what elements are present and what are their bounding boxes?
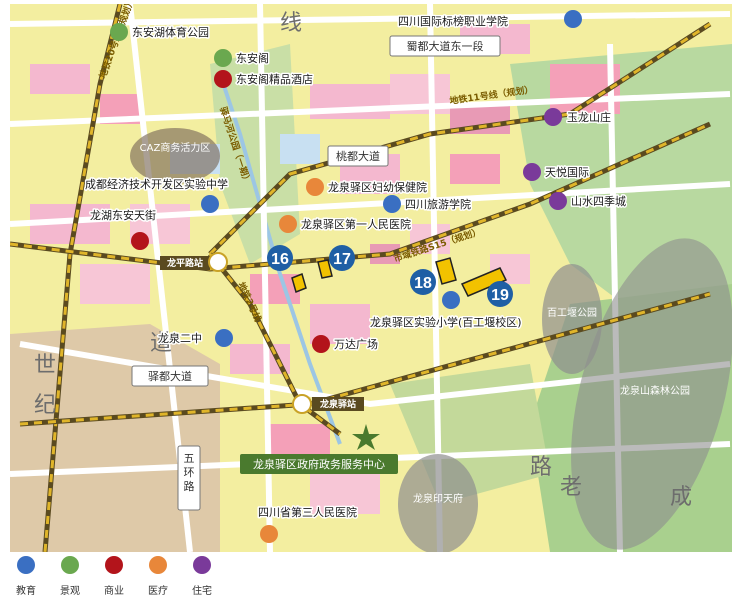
scenery-icon (110, 23, 128, 41)
legend-item: 商业 (94, 556, 134, 597)
legend-item: 住宅 (182, 556, 222, 597)
baigong-park-label: 百工堰公园 (547, 307, 597, 319)
taodu-road-label: 桃都大道 (336, 149, 380, 163)
poi-dongan-hotel[interactable]: 东安阁精品酒店 (214, 70, 315, 88)
poi-label: 东安湖体育公园 (132, 25, 209, 39)
gov-center-label: 龙泉驿区政府政务服务中心 (253, 457, 385, 471)
legend-item: 医疗 (138, 556, 178, 597)
education-icon (201, 195, 219, 213)
poi-sichuan-tourism[interactable]: 四川旅游学院 (383, 195, 473, 213)
poi-label: 四川旅游学院 (405, 197, 471, 211)
poi-tianyue[interactable]: 天悦国际 (523, 163, 591, 181)
commerce-icon (214, 70, 232, 88)
education-icon (215, 329, 233, 347)
residential-icon (549, 192, 567, 210)
parcel-17-number: 17 (333, 251, 351, 268)
shudu-road-label: 蜀都大道东一段 (407, 39, 484, 53)
big-label: 老 (560, 475, 582, 500)
legend-swatch (193, 556, 211, 574)
station-longping-label: 龙平路站 (166, 257, 203, 269)
commerce-icon (312, 335, 330, 353)
legend-swatch (17, 556, 35, 574)
wuhuan-road-label: 五环路 (184, 452, 195, 493)
poi-wanda[interactable]: 万达广场 (312, 335, 380, 353)
big-label: 纪 (34, 393, 56, 418)
station-marker (208, 252, 228, 272)
legend-item: 教育 (6, 556, 46, 597)
big-label: 世 (34, 353, 56, 378)
parcel-18-number: 18 (414, 275, 432, 292)
commerce-icon (131, 232, 149, 250)
poi-label: 东安阁 (236, 51, 269, 65)
map-legend: 教育 景观 商业 医疗 住宅 (6, 556, 306, 602)
legend-swatch (105, 556, 123, 574)
station-marker (292, 394, 312, 414)
district-map[interactable]: CAZ商务活力区 百工堰公园 龙泉山森林公园 龙泉印天府 地铁20号线（规划） … (10, 4, 732, 552)
big-label: 成 (670, 485, 692, 510)
medical-icon (279, 215, 297, 233)
poi-label: 玉龙山庄 (567, 110, 611, 124)
poi-label: 龙泉二中 (158, 331, 202, 345)
legend-item: 景观 (50, 556, 90, 597)
poi-label: 山水四季城 (571, 195, 626, 208)
poi-label: 龙湖东安天街 (90, 208, 156, 222)
longquan-forest-label: 龙泉山森林公园 (620, 384, 690, 397)
legend-label: 商业 (104, 586, 124, 597)
education-icon (564, 10, 582, 28)
legend-label: 医疗 (148, 586, 168, 597)
medical-icon (306, 178, 324, 196)
poi-label: 万达广场 (334, 337, 378, 351)
poi-dongan-pavilion[interactable]: 东安阁 (214, 49, 271, 67)
residential-icon (523, 163, 541, 181)
legend-label: 教育 (16, 586, 36, 597)
poi-longquan-no2[interactable]: 龙泉二中 (157, 329, 233, 347)
poi-label: 成都经济技术开发区实验中学 (85, 177, 228, 191)
poi-label: 四川国际标榜职业学院 (398, 14, 508, 28)
poi-label: 东安阁精品酒店 (236, 72, 313, 86)
legend-label: 住宅 (192, 586, 212, 597)
poi-dongan-lake-stadium[interactable]: 东安湖体育公园 (110, 23, 211, 41)
caz-label: CAZ商务活力区 (140, 141, 211, 154)
scenery-icon (214, 49, 232, 67)
education-icon (442, 291, 460, 309)
caz-zone (130, 128, 220, 184)
poi-label: 四川省第三人民医院 (258, 505, 357, 519)
education-icon (383, 195, 401, 213)
station-longquanyi[interactable]: 龙泉驿站 (292, 394, 364, 414)
poi-yulong-villa[interactable]: 玉龙山庄 (544, 108, 613, 126)
yidu-road-label: 驿都大道 (148, 369, 192, 383)
parcel-19-number: 19 (491, 287, 509, 304)
poi-shanshui-season[interactable]: 山水四季城 (549, 192, 628, 210)
tianchi-label: 龙泉印天府 (413, 492, 463, 505)
station-longquanyi-label: 龙泉驿站 (319, 398, 356, 410)
big-label: 路 (530, 455, 552, 480)
poi-label: 龙泉驿区妇幼保健院 (328, 180, 427, 194)
poi-label: 龙泉驿区实验小学(百工堰校区) (370, 315, 522, 329)
medical-icon (260, 525, 278, 543)
map-panel[interactable]: CAZ商务活力区 百工堰公园 龙泉山森林公园 龙泉印天府 地铁20号线（规划） … (10, 4, 732, 552)
legend-swatch (61, 556, 79, 574)
legend-label: 景观 (60, 586, 80, 597)
poi-label: 龙泉驿区第一人民医院 (301, 217, 411, 231)
big-label: 线 (280, 11, 302, 36)
poi-label: 天悦国际 (545, 165, 589, 179)
residential-icon (544, 108, 562, 126)
parcel-16-number: 16 (271, 251, 289, 268)
legend-swatch (149, 556, 167, 574)
